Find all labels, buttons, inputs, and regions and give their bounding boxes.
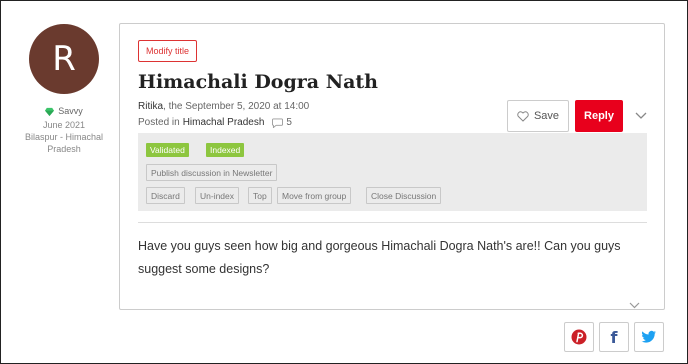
rank-label: Savvy [58,106,83,116]
category-link[interactable]: Himachal Pradesh [183,117,265,128]
validated-badge: Validated [146,143,189,157]
twitter-share-button[interactable] [634,322,664,352]
posted-in: Posted in Himachal Pradesh 5 [138,117,292,128]
avatar-initial: R [52,39,76,79]
comment-count: 5 [286,117,292,128]
join-date: June 2021 [42,120,86,130]
chevron-down-icon[interactable] [635,112,647,120]
close-discussion-button[interactable]: Close Discussion [366,187,442,204]
save-label: Save [533,110,560,122]
heart-icon [517,110,529,122]
post-title: Himachali Dogra Nath [138,71,378,93]
diamond-icon [45,107,55,116]
modify-title-button[interactable]: Modify title [138,40,198,62]
comment-icon [272,117,284,128]
pinterest-icon [571,329,587,345]
moderation-panel: Validated Indexed Publish discussion in … [138,133,647,211]
chevron-down-icon[interactable] [629,302,640,309]
author-rank: Savvy [14,105,114,117]
facebook-icon: f [610,327,618,347]
unindex-button[interactable]: Un-index [195,187,240,204]
avatar[interactable]: R [29,24,99,94]
save-button[interactable]: Save [507,100,569,132]
reply-button[interactable]: Reply [575,100,623,132]
author-location: Bilaspur - Himachal Pradesh [24,132,104,154]
posted-in-label: Posted in [138,117,180,128]
twitter-icon [641,330,656,343]
post-date: , the September 5, 2020 at 14:00 [163,101,310,112]
post-body: Have you guys seen how big and gorgeous … [138,239,621,276]
top-button[interactable]: Top [248,187,272,204]
facebook-share-button[interactable]: f [599,322,629,352]
post-byline: Ritika, the September 5, 2020 at 14:00 [138,101,309,112]
author-name[interactable]: Ritika [138,101,163,112]
pinterest-share-button[interactable] [564,322,594,352]
move-from-group-button[interactable]: Move from group [277,187,352,204]
discussion-card: Modify title Himachali Dogra Nath Ritika… [119,23,665,310]
discard-button[interactable]: Discard [146,187,185,204]
publish-newsletter-button[interactable]: Publish discussion in Newsletter [146,164,278,181]
indexed-badge: Indexed [206,143,245,157]
author-meta: Savvy June 2021 Bilaspur - Himachal Prad… [14,105,114,155]
divider [138,222,647,223]
